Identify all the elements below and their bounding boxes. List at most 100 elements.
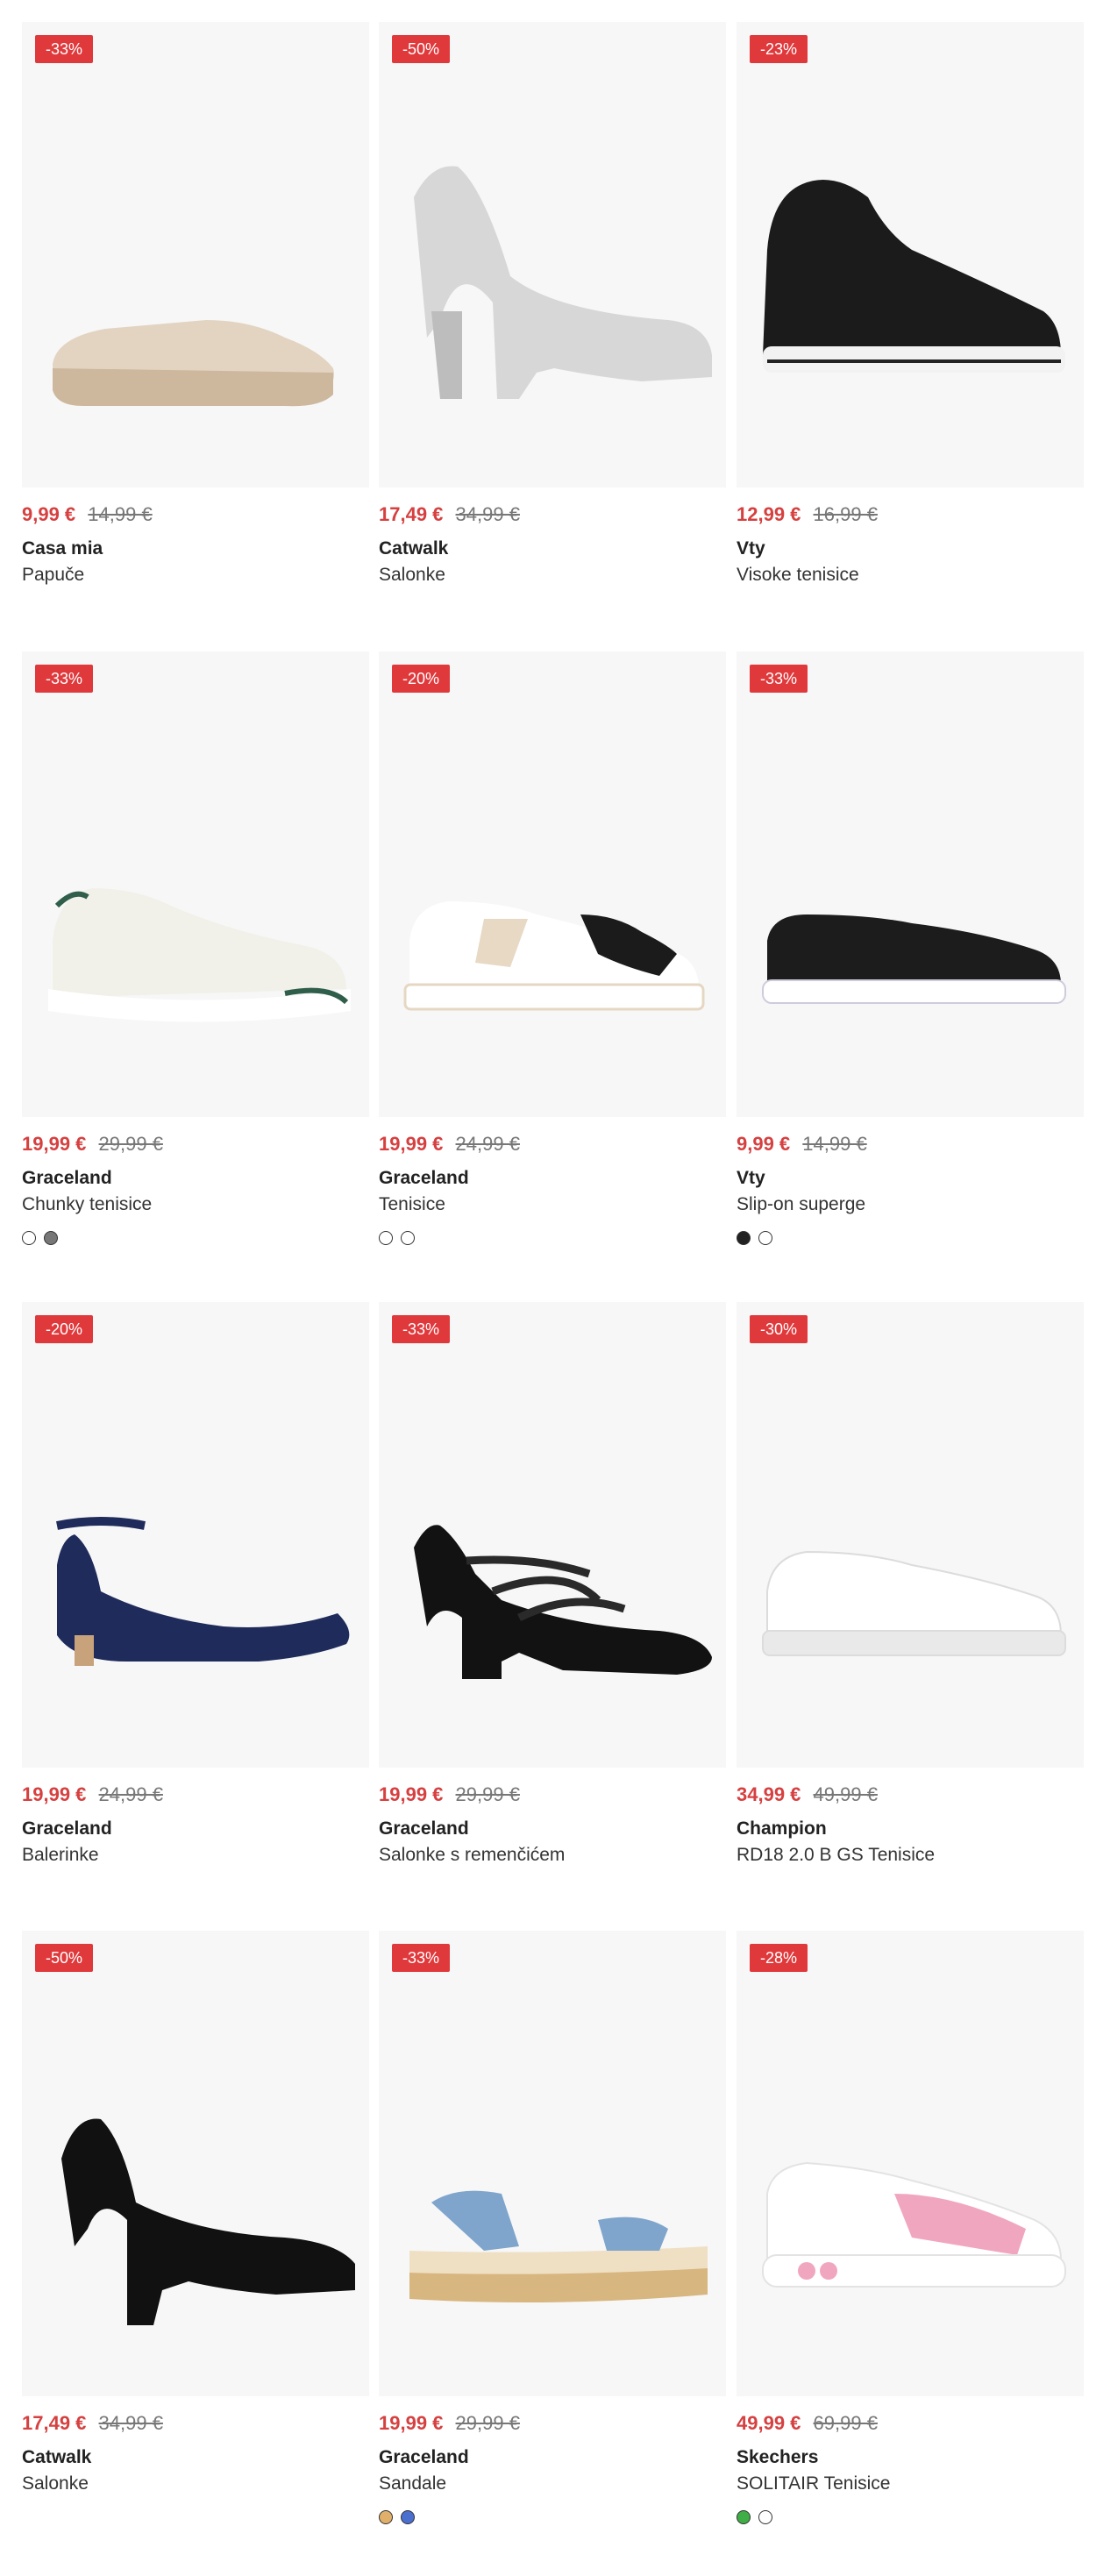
original-price: 34,99 € [98,2412,163,2434]
product-card[interactable]: -33% 19,99 € 29,99 € Graceland Chunky te… [22,651,369,1246]
high-top-sneaker-icon [737,22,1084,487]
product-name[interactable]: SOLITAIR Tenisice [737,2473,1084,2494]
product-image[interactable]: -33% [22,22,369,487]
sale-price: 19,99 € [22,1133,87,1155]
color-swatch[interactable] [44,1231,58,1246]
original-price: 14,99 € [802,1133,867,1155]
discount-badge: -33% [35,35,94,63]
platform-pump-icon [379,22,726,487]
color-swatch[interactable] [737,2510,751,2525]
product-image[interactable]: -33% [379,1302,726,1768]
original-price: 24,99 € [98,1783,163,1805]
product-card[interactable]: -33% 9,99 € 14,99 € Vty Slip-on superge [737,651,1084,1246]
original-price: 49,99 € [813,1783,878,1805]
sale-price: 19,99 € [379,1133,444,1155]
product-image[interactable]: -23% [737,22,1084,487]
original-price: 16,99 € [813,503,878,525]
price-row: 19,99 € 29,99 € [22,1135,369,1154]
product-name[interactable]: Salonke [379,564,726,586]
color-swatches [379,2510,726,2525]
original-price: 34,99 € [455,503,520,525]
price-row: 49,99 € 69,99 € [737,2414,1084,2433]
color-swatches [379,1231,726,1246]
discount-badge: -23% [750,35,808,63]
original-price: 29,99 € [455,2412,520,2434]
product-image[interactable]: -50% [379,22,726,487]
product-card[interactable]: -50% 17,49 € 34,99 € Catwalk Salonke [379,22,726,586]
product-card[interactable]: -33% 19,99 € 29,99 € Graceland Sandale [379,1931,726,2525]
product-brand: Graceland [379,2447,469,2467]
color-swatch[interactable] [379,1231,393,1246]
product-card[interactable]: -20% 19,99 € 24,99 € Graceland Tenisice [379,651,726,1246]
discount-badge: -50% [35,1944,94,1972]
product-card[interactable]: -50% 17,49 € 34,99 € Catwalk Salonke [22,1931,369,2494]
product-image[interactable]: -33% [379,1931,726,2396]
price-row: 9,99 € 14,99 € [737,1135,1084,1154]
sale-price: 19,99 € [379,2412,444,2434]
product-name[interactable]: Tenisice [379,1193,726,1215]
price-row: 9,99 € 14,99 € [22,505,369,524]
product-brand: Vty [737,1168,765,1188]
product-image[interactable]: -30% [737,1302,1084,1768]
product-image[interactable]: -20% [22,1302,369,1768]
sale-price: 19,99 € [22,1783,87,1805]
low-sneaker-icon [737,651,1084,1117]
color-swatch[interactable] [22,1231,36,1246]
product-image[interactable]: -20% [379,651,726,1117]
sale-price: 19,99 € [379,1783,444,1805]
product-image[interactable]: -50% [22,1931,369,2396]
color-swatch[interactable] [401,1231,415,1246]
sale-price: 9,99 € [22,503,76,525]
color-swatch[interactable] [758,1231,772,1246]
product-brand: Catwalk [22,2447,92,2467]
price-row: 19,99 € 24,99 € [22,1785,369,1804]
product-name[interactable]: Visoke tenisice [737,564,1084,586]
sale-price: 49,99 € [737,2412,801,2434]
color-swatch[interactable] [379,2510,393,2525]
color-swatch[interactable] [401,2510,415,2525]
discount-badge: -50% [392,35,451,63]
product-brand: Graceland [379,1818,469,1839]
product-name[interactable]: Slip-on superge [737,1193,1084,1215]
original-price: 29,99 € [98,1133,163,1155]
product-card[interactable]: -23% 12,99 € 16,99 € Vty Visoke tenisice [737,22,1084,586]
product-brand: Skechers [737,2447,819,2467]
price-row: 34,99 € 49,99 € [737,1785,1084,1804]
product-brand: Graceland [22,1168,112,1188]
product-brand: Graceland [379,1168,469,1188]
product-name[interactable]: Sandale [379,2473,726,2494]
court-sneaker-icon [379,651,726,1117]
product-name[interactable]: Chunky tenisice [22,1193,369,1215]
sale-price: 17,49 € [379,503,444,525]
product-card[interactable]: -30% 34,99 € 49,99 € Champion RD18 2.0 B… [737,1302,1084,1866]
product-brand: Graceland [22,1818,112,1839]
espadrille-sandal-icon [379,1931,726,2396]
product-name[interactable]: Salonke s remenčićem [379,1844,726,1866]
product-card[interactable]: -28% 49,99 € 69,99 € Skechers SOLITAIR T… [737,1931,1084,2525]
color-swatch[interactable] [737,1231,751,1246]
discount-badge: -33% [35,665,94,693]
product-name[interactable]: Papuče [22,564,369,586]
color-swatches [737,1231,1084,1246]
discount-badge: -33% [392,1944,451,1972]
product-image[interactable]: -28% [737,1931,1084,2396]
product-name[interactable]: Balerinke [22,1844,369,1866]
sale-price: 17,49 € [22,2412,87,2434]
product-card[interactable]: -20% 19,99 € 24,99 € Graceland Balerinke [22,1302,369,1866]
discount-badge: -33% [392,1315,451,1343]
original-price: 69,99 € [813,2412,878,2434]
product-image[interactable]: -33% [737,651,1084,1117]
price-row: 17,49 € 34,99 € [22,2414,369,2433]
product-name[interactable]: Salonke [22,2473,369,2494]
product-brand: Champion [737,1818,827,1839]
product-brand: Catwalk [379,538,449,559]
product-card[interactable]: -33% 19,99 € 29,99 € Graceland Salonke s… [379,1302,726,1866]
discount-badge: -28% [750,1944,808,1972]
original-price: 24,99 € [455,1133,520,1155]
color-swatch[interactable] [758,2510,772,2525]
product-card[interactable]: -33% 9,99 € 14,99 € Casa mia Papuče [22,22,369,586]
price-row: 12,99 € 16,99 € [737,505,1084,524]
original-price: 29,99 € [455,1783,520,1805]
product-name[interactable]: RD18 2.0 B GS Tenisice [737,1844,1084,1866]
product-image[interactable]: -33% [22,651,369,1117]
